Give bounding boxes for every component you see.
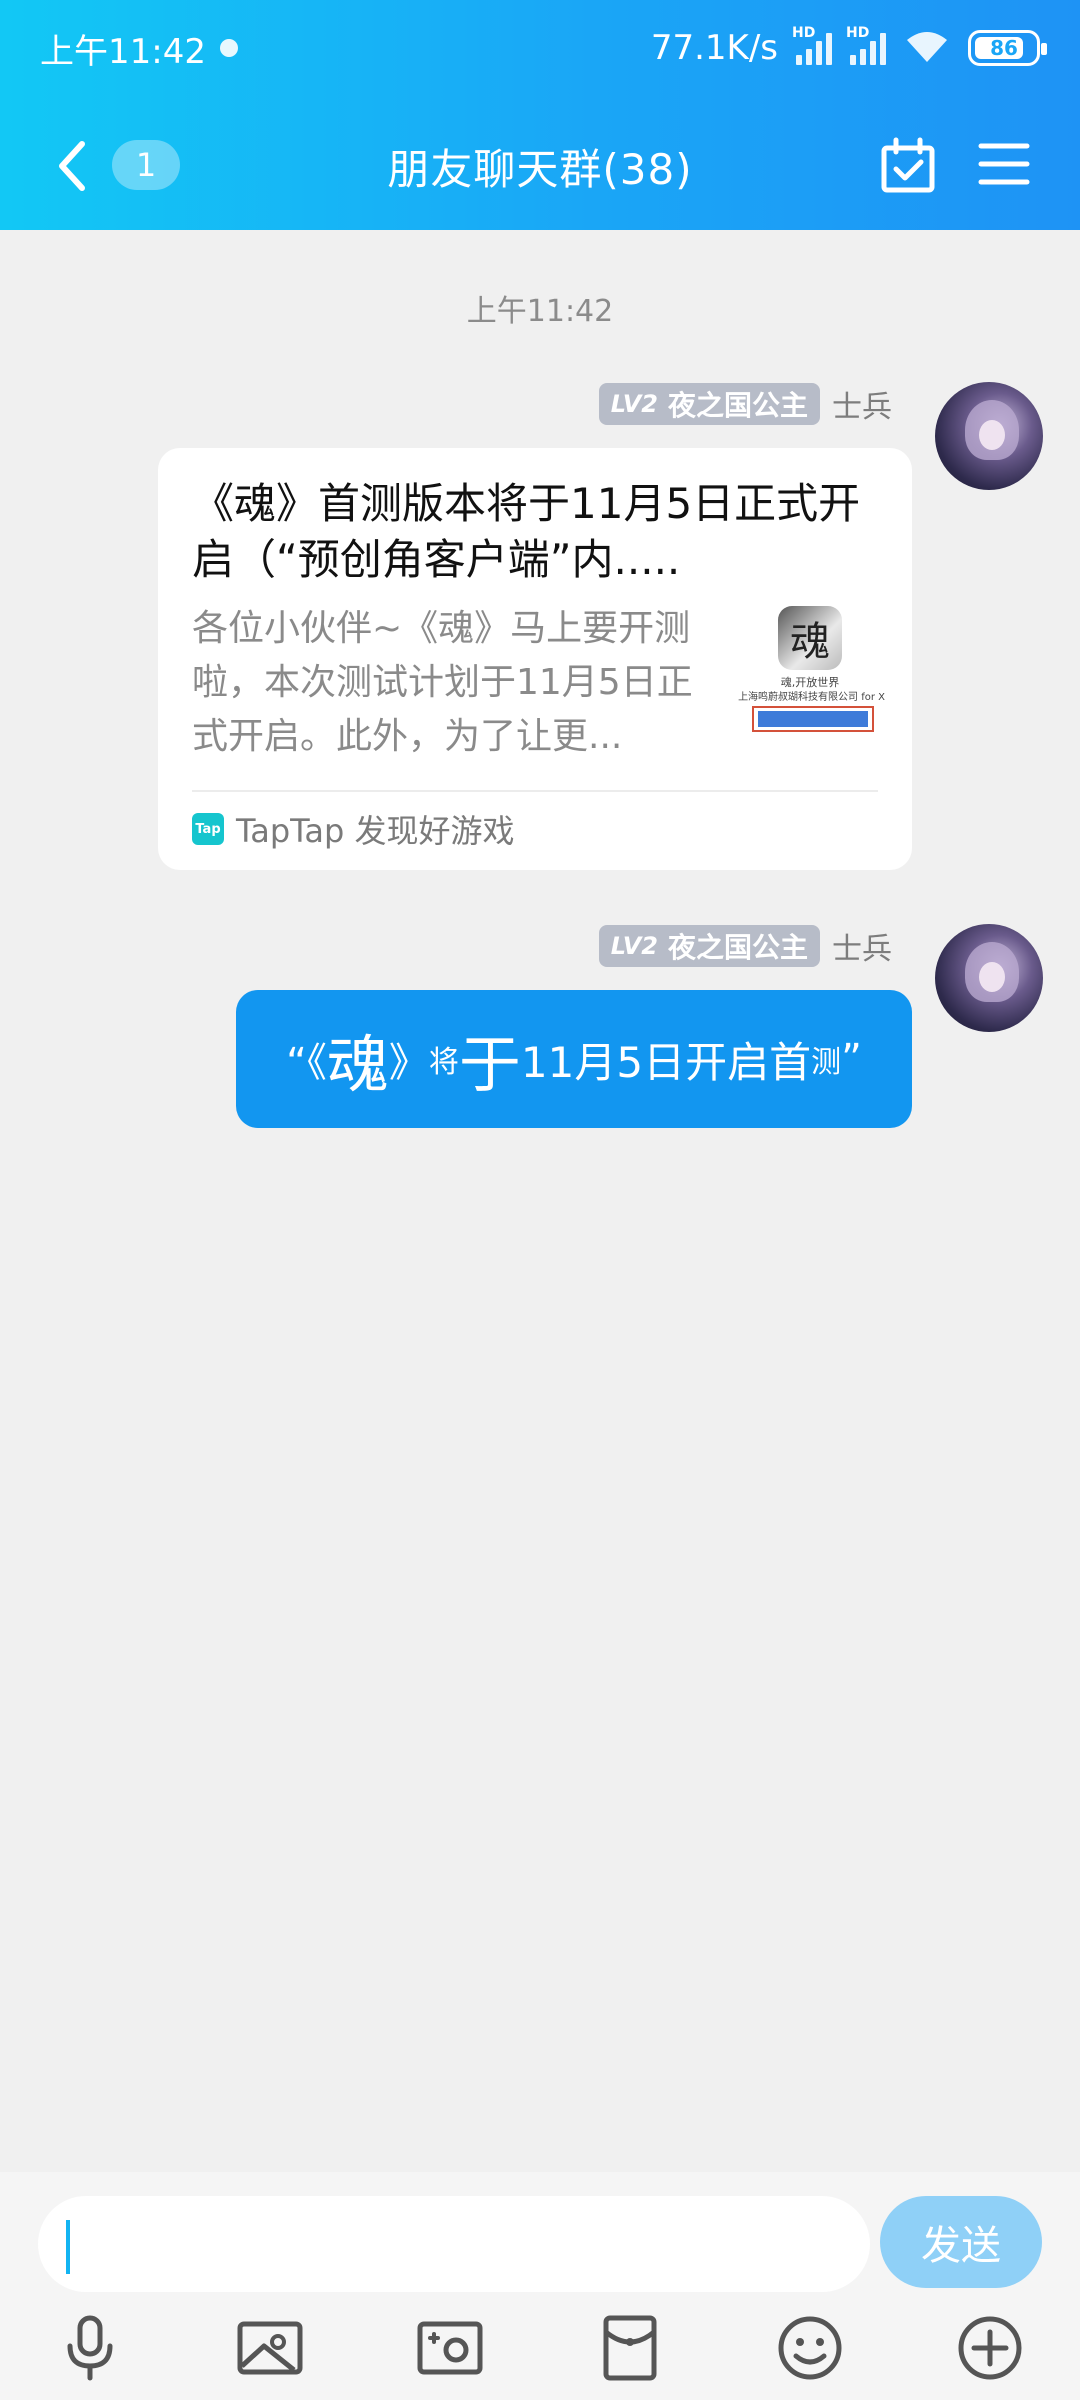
wifi-icon [907,32,947,62]
sender-rank: 士兵 [832,390,892,425]
status-bar: 上午11:42 77.1K/s HD HD 86 [0,0,1080,96]
taptap-icon: Tap [192,813,224,845]
level-badge: LV2 夜之国公主 [598,383,820,425]
card-source: Tap TapTap 发现好游戏 [192,792,878,866]
nav-bar: 1 朋友聊天群(38) [0,110,1080,220]
microphone-icon[interactable] [54,2312,126,2384]
emoji-icon[interactable] [774,2312,846,2384]
chat-header: 上午11:42 77.1K/s HD HD 86 1 朋友聊天群(38) [0,0,1080,230]
thumb-download-button [752,706,875,732]
message-bubble[interactable]: “《 魂 》 将 于 11月5日开启首 测 ” [236,990,912,1128]
source-label: TapTap 发现好游戏 [236,812,515,850]
calendar-check-icon[interactable] [878,136,938,196]
sender-nickname: 夜之国公主 [667,389,808,422]
input-area: 发送 [0,2172,1080,2400]
text-caret [66,2220,70,2274]
image-icon[interactable] [234,2312,306,2384]
status-icons: 77.1K/s HD HD 86 [650,25,1047,68]
notification-icon [219,39,238,57]
share-card[interactable]: 《魂》首测版本将于11月5日正式开启（“预创角客户端”内..... 各位小伙伴~… [158,448,912,870]
input-toolbar [0,2312,1080,2392]
message-input[interactable] [38,2196,870,2292]
card-description: 各位小伙伴~《魂》马上要开测啦，本次测试计划于11月5日正式开启。此外，为了让更… [192,608,693,757]
message-timestamp: 上午11:42 [466,294,614,329]
card-thumbnail: 魂 魂,开放世界 上海鸣蔚叔瑚科技有限公司 for X [738,602,885,742]
avatar[interactable] [935,924,1043,1032]
game-logo: 魂 [778,606,843,670]
menu-icon[interactable] [978,140,1030,188]
plus-icon[interactable] [954,2312,1026,2384]
sender-nickname: 夜之国公主 [667,931,808,964]
camera-icon[interactable] [414,2312,486,2384]
level-badge: LV2 夜之国公主 [598,925,820,967]
sender-rank: 士兵 [832,932,892,967]
avatar[interactable] [935,382,1043,490]
signal-icon: HD [792,25,832,65]
signal-icon-2: HD [846,25,886,65]
card-title: 《魂》首测版本将于11月5日正式开启（“预创角客户端”内..... [192,479,861,584]
sender-meta: LV2 夜之国公主 士兵 [598,382,892,426]
battery-icon: 86 [968,30,1047,66]
send-button[interactable]: 发送 [880,2196,1042,2288]
red-packet-icon[interactable] [594,2312,666,2384]
status-time: 上午11:42 [40,31,206,72]
sender-meta: LV2 夜之国公主 士兵 [598,924,892,968]
network-speed: 77.1K/s [650,28,778,68]
